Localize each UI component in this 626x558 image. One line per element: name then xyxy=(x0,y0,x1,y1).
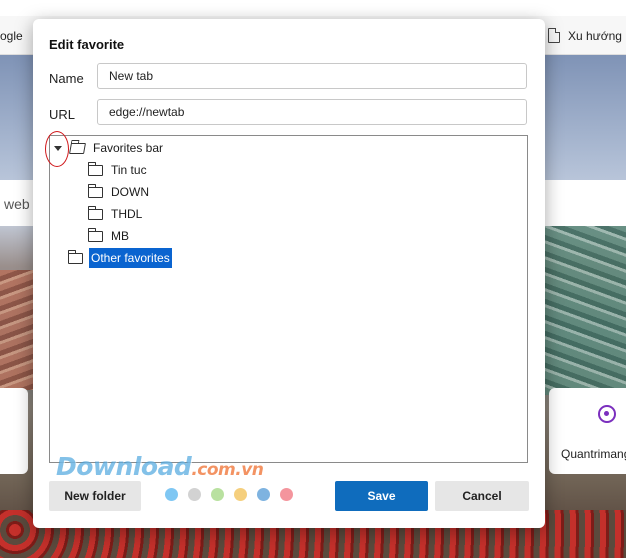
tree-item-down[interactable]: DOWN xyxy=(88,182,151,202)
watermark-sub: .com.vn xyxy=(191,460,264,480)
color-dot-grey[interactable] xyxy=(188,488,201,501)
tree-item-label: MB xyxy=(111,229,129,243)
roof-tiles-right xyxy=(540,225,626,395)
tree-item-favorites-bar[interactable]: Favorites bar xyxy=(54,138,165,158)
color-dot-steel-blue[interactable] xyxy=(257,488,270,501)
bookmark-trending-label: Xu hướng xyxy=(568,28,622,43)
tree-item-label: DOWN xyxy=(111,185,149,199)
tree-item-tin-tuc[interactable]: Tin tuc xyxy=(88,160,149,180)
watermark-main: Download xyxy=(56,452,192,481)
folder-icon xyxy=(68,249,83,264)
name-field[interactable] xyxy=(97,63,527,89)
dialog-title: Edit favorite xyxy=(49,37,125,52)
bookmark-google[interactable]: ogle xyxy=(0,29,23,43)
new-folder-button[interactable]: New folder xyxy=(49,481,141,511)
url-field[interactable] xyxy=(97,99,527,125)
search-placeholder: web xyxy=(4,196,30,212)
tree-item-mb[interactable]: MB xyxy=(88,226,131,246)
folder-icon xyxy=(88,183,103,198)
quick-link-label: Quantrimang xyxy=(561,447,626,461)
folder-icon xyxy=(88,161,103,176)
save-button[interactable]: Save xyxy=(335,481,428,511)
tree-item-label: Tin tuc xyxy=(111,163,147,177)
tree-item-other-favorites[interactable]: Other favorites xyxy=(68,248,172,268)
tree-item-thdl[interactable]: THDL xyxy=(88,204,144,224)
url-label: URL xyxy=(49,107,76,122)
color-dot-pink[interactable] xyxy=(280,488,293,501)
page-icon xyxy=(548,28,560,43)
color-dot-yellow[interactable] xyxy=(234,488,247,501)
tree-item-label: THDL xyxy=(111,207,143,221)
color-dot-green[interactable] xyxy=(211,488,224,501)
tree-item-label: Other favorites xyxy=(89,248,172,268)
annotation-circle xyxy=(45,131,69,167)
folder-open-icon xyxy=(69,142,86,154)
watermark-logo: Download.com.vn xyxy=(56,452,264,481)
quick-link-card-left[interactable] xyxy=(0,388,28,474)
tree-item-label: Favorites bar xyxy=(93,141,164,155)
quick-link-card-quantrimang[interactable] xyxy=(549,388,626,474)
name-label: Name xyxy=(49,71,84,86)
folder-icon xyxy=(88,205,103,220)
folder-tree[interactable]: Favorites bar Tin tuc DOWN THDL MB Other… xyxy=(49,135,528,463)
title-strip xyxy=(0,0,626,16)
cancel-button[interactable]: Cancel xyxy=(435,481,529,511)
color-dot-blue[interactable] xyxy=(165,488,178,501)
bookmark-trending[interactable]: Xu hướng xyxy=(548,28,622,43)
quantrimang-icon xyxy=(598,405,616,423)
folder-icon xyxy=(88,227,103,242)
